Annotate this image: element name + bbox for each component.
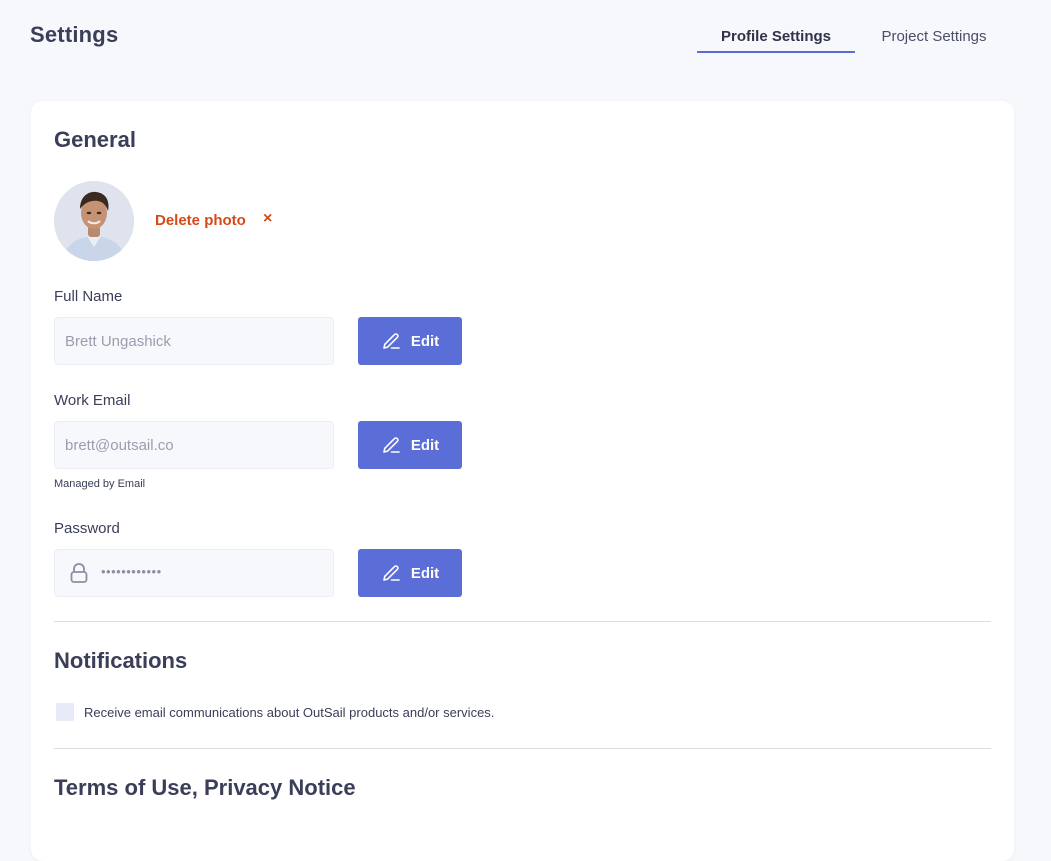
profile-photo-image (54, 181, 134, 261)
top-bar: Settings Profile Settings Project Settin… (0, 0, 1051, 72)
tab-profile-settings[interactable]: Profile Settings (697, 20, 855, 53)
section-divider (54, 621, 991, 622)
notifications-section-title: Notifications (54, 648, 188, 673)
password-masked-value: •••••••••••• (101, 564, 162, 579)
terms-section-title: Terms of Use, Privacy Notice (54, 775, 356, 800)
tab-project-settings[interactable]: Project Settings (855, 20, 1013, 53)
delete-photo-link[interactable]: Delete photo (155, 212, 246, 229)
section-divider (54, 748, 991, 749)
edit-password-button[interactable]: Edit (358, 549, 462, 597)
settings-card: General Delete photo × Full Name Edit Wo… (31, 101, 1014, 861)
edit-button-label: Edit (410, 564, 440, 582)
edit-work-email-button[interactable]: Edit (358, 421, 462, 469)
pencil-icon (383, 333, 400, 349)
email-communications-label: Receive email communications about OutSa… (84, 705, 495, 720)
work-email-helper-text: Managed by Email (54, 478, 146, 490)
password-field[interactable]: •••••••••••• (54, 549, 334, 597)
close-icon[interactable]: × (263, 210, 272, 228)
full-name-label: Full Name (54, 288, 123, 305)
work-email-field[interactable] (54, 421, 334, 469)
work-email-label: Work Email (54, 392, 131, 409)
pencil-icon (383, 437, 400, 453)
pencil-icon (383, 565, 400, 581)
edit-button-label: Edit (410, 332, 440, 350)
email-communications-checkbox[interactable] (56, 703, 74, 721)
password-label: Password (54, 520, 120, 537)
lock-icon (70, 563, 88, 583)
edit-button-label: Edit (410, 436, 440, 454)
full-name-field[interactable] (54, 317, 334, 365)
avatar (54, 181, 134, 261)
edit-full-name-button[interactable]: Edit (358, 317, 462, 365)
page-title: Settings (30, 22, 119, 47)
settings-tabs: Profile Settings Project Settings (697, 20, 1013, 53)
general-section-title: General (54, 127, 136, 152)
